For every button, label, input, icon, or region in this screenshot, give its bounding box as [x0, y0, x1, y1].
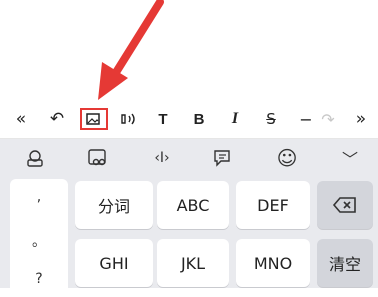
clipboard-icon[interactable] — [208, 145, 238, 171]
punctuation-column[interactable]: , 。 ? — [10, 179, 68, 297]
collapse-keyboard-glyph: ﹀ — [341, 150, 358, 169]
collapse-keyboard-icon[interactable]: ﹀ — [335, 145, 365, 171]
bold-icon[interactable]: B — [186, 106, 212, 132]
key-jkl[interactable]: JKL — [157, 239, 229, 287]
backspace-key[interactable] — [317, 181, 373, 229]
text-style-icon[interactable]: T — [150, 106, 176, 132]
cursor-move-icon[interactable]: ‹I› — [147, 145, 177, 171]
expand-toolbar-glyph: » — [355, 109, 367, 129]
keyboard-toolbar: ‹I› ☺ ﹀ — [0, 139, 378, 177]
emoji-icon[interactable]: ☺ — [272, 145, 302, 171]
punct-question[interactable]: ? — [10, 271, 68, 287]
key-abc[interactable]: ABC — [157, 181, 229, 229]
image-button-highlight — [80, 108, 108, 130]
key-mno[interactable]: MNO — [236, 239, 310, 287]
bold-glyph: B — [193, 110, 205, 128]
redo-icon[interactable]: ↷ — [315, 106, 341, 132]
undo-glyph: ↶ — [49, 109, 65, 129]
emoji-glyph: ☺ — [276, 146, 298, 170]
keyboard-skin-icon[interactable] — [20, 145, 50, 171]
ime-keyboard: ‹I› ☺ ﹀ , 。 ? 分词 ABC DEF GHI JKL MNO 清空 — [0, 139, 378, 297]
format-toolbar: « ↶ T B I S − ↷ » — [0, 100, 378, 139]
key-fenci[interactable]: 分词 — [75, 181, 153, 229]
redo-glyph: ↷ — [321, 109, 335, 129]
backspace-icon — [332, 197, 356, 213]
content-area — [0, 0, 378, 100]
clear-key[interactable]: 清空 — [317, 239, 373, 287]
collapse-toolbar-icon[interactable]: « — [8, 106, 34, 132]
handwriting-icon[interactable] — [83, 145, 113, 171]
expand-toolbar-icon[interactable]: » — [348, 106, 374, 132]
key-def[interactable]: DEF — [236, 181, 310, 229]
strikethrough-icon[interactable]: S — [258, 106, 284, 132]
strikethrough-glyph: S — [266, 110, 276, 128]
punct-comma[interactable]: , — [10, 189, 68, 205]
voice-read-icon[interactable] — [116, 106, 142, 132]
undo-icon[interactable]: ↶ — [44, 106, 70, 132]
cursor-move-glyph: ‹I› — [154, 150, 170, 166]
punct-period[interactable]: 。 — [10, 231, 68, 251]
italic-icon[interactable]: I — [222, 106, 248, 132]
horizontal-line-glyph: − — [299, 109, 313, 129]
key-ghi[interactable]: GHI — [75, 239, 153, 287]
text-style-glyph: T — [158, 110, 168, 128]
italic-glyph: I — [231, 110, 239, 127]
collapse-toolbar-glyph: « — [15, 109, 27, 129]
